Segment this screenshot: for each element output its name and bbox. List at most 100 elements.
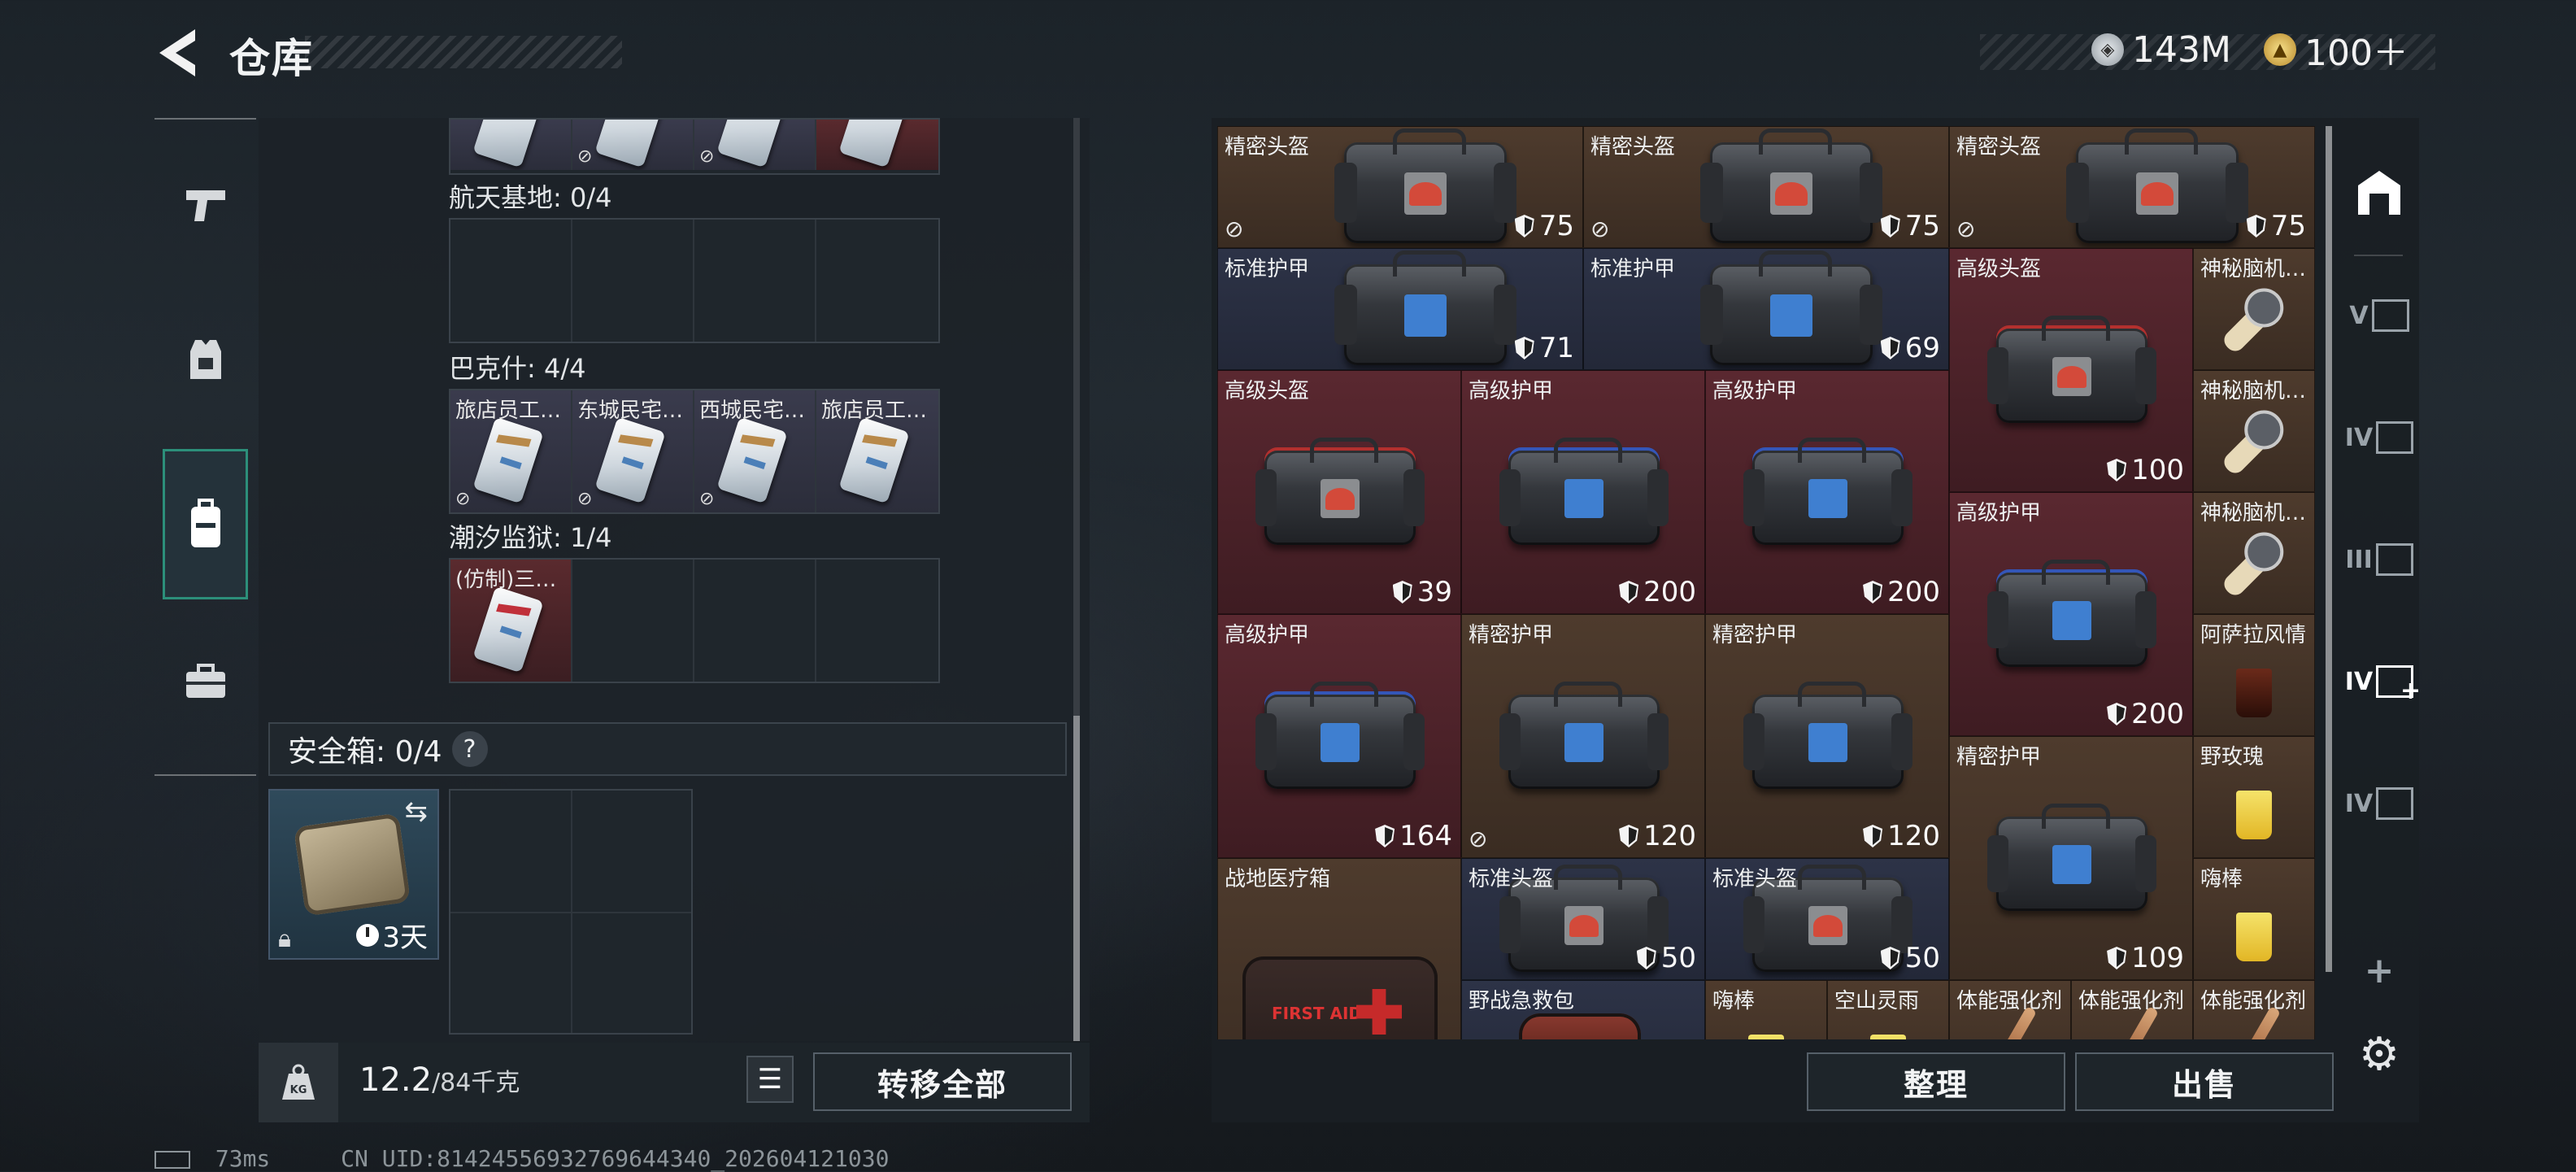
key-slot[interactable]: ⊘: [572, 120, 694, 170]
key-slot[interactable]: [816, 120, 938, 170]
vault-icon: [2371, 299, 2409, 332]
no-transfer-icon: ⊘: [577, 146, 593, 167]
transfer-all-button[interactable]: 转移全部: [813, 1052, 1072, 1111]
stash-item[interactable]: 神秘脑机…: [2193, 370, 2315, 492]
stash-item[interactable]: 高级护甲 200: [1949, 492, 2193, 736]
key-card-icon: [594, 416, 666, 504]
key-name: 旅店员工…: [821, 399, 928, 423]
stash-item[interactable]: 野战急救包: [1461, 980, 1705, 1039]
stash-item[interactable]: 精密护甲 120 ⊘: [1461, 614, 1705, 858]
sort-button[interactable]: 整理: [1807, 1052, 2065, 1111]
stash-tab-4[interactable]: IV +: [2344, 647, 2421, 717]
stash-scrollbar[interactable]: [2326, 126, 2332, 972]
stash-item[interactable]: 体能强化剂: [2071, 980, 2193, 1039]
shield-icon: [1619, 825, 1639, 847]
safebox-label: 安全箱: 0/4: [288, 735, 442, 769]
stash-item[interactable]: 标准护甲 71: [1217, 248, 1583, 370]
back-button[interactable]: [154, 24, 200, 81]
stash-item[interactable]: 高级护甲 200: [1705, 370, 1949, 614]
item-name: 高级护甲: [1712, 379, 1798, 403]
key-slot-empty[interactable]: [450, 220, 572, 342]
stash-grid[interactable]: 精密头盔 75 ⊘ 精密头盔 75 ⊘ 精密头盔 75 ⊘ 标准护甲 71 标准护甲 69 高级头盔 100…: [1217, 126, 2319, 1039]
stash-tab-label: IV: [2344, 789, 2374, 818]
stash-tab-2[interactable]: IV: [2344, 403, 2414, 473]
stash-item[interactable]: 嗨棒: [1705, 980, 1827, 1039]
key-slot-empty[interactable]: [816, 220, 938, 342]
stash-item[interactable]: 空山灵雨: [1827, 980, 1949, 1039]
stash-item[interactable]: 标准护甲 69: [1583, 248, 1949, 370]
stash-item[interactable]: 野玫瑰: [2193, 736, 2315, 858]
key-slot[interactable]: 东城民宅… ⊘: [572, 390, 694, 512]
stash-item[interactable]: 标准头盔 50: [1461, 858, 1705, 980]
stash-item[interactable]: 精密护甲 120: [1705, 614, 1949, 858]
stash-item[interactable]: 高级头盔 100: [1949, 248, 2193, 492]
stash-tab-label: IV: [2344, 667, 2374, 696]
shield-icon: [1880, 337, 1900, 359]
settings-gear-icon[interactable]: ⚙: [2344, 1019, 2414, 1089]
key-slot-empty[interactable]: [816, 560, 938, 682]
armor-bag-icon: [1700, 250, 1882, 365]
key-slot[interactable]: [450, 120, 572, 170]
key-slot[interactable]: 旅店员工…: [816, 390, 938, 512]
stash-item[interactable]: FIRST AID 战地医疗箱: [1217, 858, 1461, 1039]
stash-tab-3[interactable]: III: [2344, 525, 2414, 595]
gold-currency[interactable]: ▲ 100＋: [2264, 29, 2408, 74]
gold-coin-icon: ▲: [2264, 33, 2296, 66]
stash-tab-5[interactable]: IV: [2344, 769, 2414, 839]
stash-item[interactable]: 高级头盔 39: [1217, 370, 1461, 614]
stash-item[interactable]: 精密头盔 75 ⊘: [1949, 126, 2315, 248]
safebox-container[interactable]: ⇆ 🔒︎ 3天: [268, 789, 439, 960]
item-durability: 75: [1880, 210, 1940, 242]
backpack-scroll-thumb[interactable]: [1073, 716, 1080, 1041]
stash-item[interactable]: 神秘脑机…: [2193, 248, 2315, 370]
briefcase-tab[interactable]: [163, 640, 248, 721]
safebox-slots[interactable]: [449, 789, 693, 1035]
item-name: 空山灵雨: [1834, 989, 1920, 1013]
key-slot-empty[interactable]: [572, 560, 694, 682]
swap-icon[interactable]: ⇆: [405, 795, 429, 828]
weight-icon: KG: [259, 1043, 338, 1122]
item-durability: 200: [1863, 576, 1940, 608]
key-slot-empty[interactable]: [694, 560, 816, 682]
stash-item[interactable]: 精密头盔 75 ⊘: [1217, 126, 1583, 248]
stash-item[interactable]: 嗨棒: [2193, 858, 2315, 980]
stash-item[interactable]: 高级护甲 164: [1217, 614, 1461, 858]
stash-tab-all[interactable]: [2344, 157, 2414, 227]
item-durability: 39: [1392, 576, 1452, 608]
item-name: 标准护甲: [1225, 257, 1310, 281]
stash-item[interactable]: 标准头盔 50: [1705, 858, 1949, 980]
stash-item[interactable]: 高级护甲 200: [1461, 370, 1705, 614]
item-durability: 200: [2107, 698, 2184, 730]
key-slot-row: (仿制)三…: [449, 558, 940, 683]
help-button[interactable]: ?: [451, 731, 488, 767]
safebox-timer: 3天: [356, 915, 428, 955]
stash-tab-1[interactable]: V: [2344, 281, 2414, 351]
add-tab-button[interactable]: +: [2344, 935, 2414, 1005]
silver-currency[interactable]: ◈ 143M: [2091, 29, 2231, 71]
sell-button[interactable]: 出售: [2075, 1052, 2334, 1111]
stash-item[interactable]: 精密护甲 109: [1949, 736, 2193, 980]
item-name: 战地医疗箱: [1225, 867, 1331, 891]
key-slot[interactable]: 西城民宅… ⊘: [694, 390, 816, 512]
key-slot[interactable]: ⊘: [694, 120, 816, 170]
key-slot-empty[interactable]: [694, 220, 816, 342]
key-group-label: 潮汐监狱: 1/4: [449, 522, 612, 553]
stash-item[interactable]: 阿萨拉风情: [2193, 614, 2315, 736]
key-slot-empty[interactable]: [572, 220, 694, 342]
stash-item[interactable]: 体能强化剂: [2193, 980, 2315, 1039]
stash-item[interactable]: 精密头盔 75 ⊘: [1583, 126, 1949, 248]
item-name: 标准头盔: [1469, 867, 1554, 891]
key-slot[interactable]: (仿制)三…: [450, 560, 572, 682]
item-name: 精密护甲: [1956, 745, 2042, 769]
vest-tab[interactable]: [163, 319, 248, 400]
stash-item[interactable]: 体能强化剂: [1949, 980, 2071, 1039]
pistol-tab[interactable]: [163, 164, 248, 246]
list-view-button[interactable]: ☰: [746, 1056, 794, 1103]
stash-item[interactable]: 神秘脑机…: [2193, 492, 2315, 614]
backpack-tab[interactable]: [163, 449, 248, 599]
key-slot[interactable]: 旅店员工… ⊘: [450, 390, 572, 512]
item-durability: 109: [2107, 942, 2184, 974]
item-durability: 164: [1375, 820, 1452, 852]
item-name: 精密头盔: [1225, 135, 1310, 159]
category-nav: [154, 118, 256, 776]
